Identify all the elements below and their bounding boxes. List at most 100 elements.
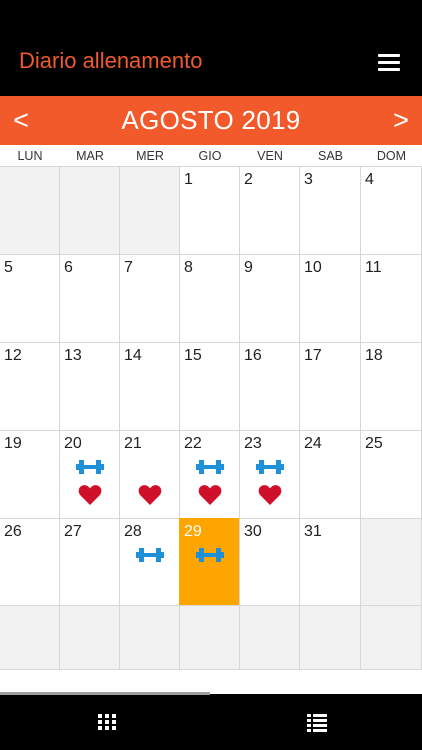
weekday-label: SAB — [317, 149, 343, 163]
heart-icon — [120, 485, 179, 505]
day-number: 30 — [244, 523, 262, 540]
calendar-day-cell[interactable]: 23 — [239, 430, 300, 519]
day-number: 15 — [184, 347, 202, 364]
calendar-day-cell[interactable]: 1 — [179, 166, 240, 255]
calendar-day-cell[interactable]: 22 — [179, 430, 240, 519]
day-number: 9 — [244, 259, 253, 276]
calendar-day-cell[interactable]: 9 — [239, 254, 300, 343]
app-screen: Diario allenamento < AGOSTO 2019 > LUN MA… — [0, 0, 422, 750]
calendar-day-cell[interactable]: 21 — [119, 430, 180, 519]
calendar-day-cell[interactable]: 24 — [299, 430, 361, 519]
next-month-button[interactable]: > — [386, 104, 416, 136]
hamburger-menu-icon[interactable] — [372, 48, 406, 76]
day-number: 18 — [365, 347, 383, 364]
calendar-day-cell[interactable]: 28 — [119, 518, 180, 606]
day-number: 27 — [64, 523, 82, 540]
day-number: 23 — [244, 435, 262, 452]
day-number: 2 — [244, 171, 253, 188]
calendar-empty-cell — [0, 166, 60, 255]
calendar-grid: 1 2 3 4 5 6 7 8 9 10 11 12 13 14 15 16 17 18 19 20 21 22 23 24 2… — [0, 166, 422, 670]
calendar-grid-icon[interactable] — [94, 709, 120, 735]
heart-icon — [60, 485, 119, 505]
calendar-empty-cell — [239, 605, 300, 670]
calendar-day-cell[interactable]: 27 — [59, 518, 120, 606]
calendar-day-cell[interactable]: 18 — [360, 342, 422, 431]
day-number: 5 — [4, 259, 13, 276]
dumbbell-icon — [240, 459, 299, 475]
day-number: 6 — [64, 259, 73, 276]
day-number: 3 — [304, 171, 313, 188]
calendar-empty-cell — [59, 605, 120, 670]
weekday-label: MAR — [76, 149, 104, 163]
app-title: Diario allenamento — [19, 48, 203, 73]
calendar-day-cell[interactable]: 4 — [360, 166, 422, 255]
month-title: AGOSTO 2019 — [121, 105, 301, 135]
day-number: 20 — [64, 435, 82, 452]
calendar-day-cell[interactable]: 6 — [59, 254, 120, 343]
calendar-day-cell[interactable]: 30 — [239, 518, 300, 606]
list-icon[interactable] — [304, 709, 330, 735]
day-number: 11 — [365, 259, 382, 276]
day-number: 25 — [365, 435, 383, 452]
calendar-day-cell[interactable]: 2 — [239, 166, 300, 255]
calendar-day-cell[interactable]: 12 — [0, 342, 60, 431]
calendar-empty-cell — [179, 605, 240, 670]
day-number: 10 — [304, 259, 322, 276]
weekday-label: MER — [136, 149, 164, 163]
calendar-day-cell[interactable]: 3 — [299, 166, 361, 255]
dumbbell-icon — [60, 459, 119, 475]
bottom-tab-bar — [0, 695, 422, 750]
calendar-day-cell[interactable]: 16 — [239, 342, 300, 431]
day-number: 24 — [304, 435, 322, 452]
calendar-day-cell[interactable]: 26 — [0, 518, 60, 606]
day-number: 13 — [64, 347, 82, 364]
heart-icon — [180, 485, 239, 505]
day-number: 22 — [184, 435, 202, 452]
day-number: 28 — [124, 523, 142, 540]
calendar-day-cell[interactable]: 17 — [299, 342, 361, 431]
calendar-day-cell[interactable]: 14 — [119, 342, 180, 431]
app-header: Diario allenamento — [0, 0, 422, 96]
day-number: 16 — [244, 347, 262, 364]
month-navigation-bar: < AGOSTO 2019 > — [0, 96, 422, 145]
day-number: 26 — [4, 523, 22, 540]
day-number: 17 — [304, 347, 322, 364]
day-number: 8 — [184, 259, 193, 276]
day-number: 19 — [4, 435, 22, 452]
weekday-label: VEN — [257, 149, 283, 163]
calendar-empty-cell — [360, 605, 422, 670]
calendar-day-cell[interactable]: 15 — [179, 342, 240, 431]
day-number: 1 — [184, 171, 193, 188]
day-number: 14 — [124, 347, 142, 364]
heart-icon — [240, 485, 299, 505]
weekday-label: GIO — [198, 149, 222, 163]
dumbbell-icon — [120, 547, 179, 563]
day-number: 21 — [124, 435, 142, 452]
calendar-day-cell[interactable]: 20 — [59, 430, 120, 519]
day-number: 7 — [124, 259, 133, 276]
calendar-day-cell[interactable]: 5 — [0, 254, 60, 343]
calendar-day-cell[interactable]: 7 — [119, 254, 180, 343]
calendar-empty-cell — [59, 166, 120, 255]
calendar-bottom-area — [0, 670, 422, 694]
calendar-day-cell[interactable]: 13 — [59, 342, 120, 431]
calendar-empty-cell — [0, 605, 60, 670]
calendar-day-cell[interactable]: 11 — [360, 254, 422, 343]
calendar-day-cell-today[interactable]: 29 — [179, 518, 240, 606]
day-number: 12 — [4, 347, 22, 364]
calendar-day-cell[interactable]: 25 — [360, 430, 422, 519]
calendar-day-cell[interactable]: 10 — [299, 254, 361, 343]
dumbbell-icon — [180, 547, 239, 563]
day-number: 29 — [184, 523, 202, 540]
weekday-header-row: LUN MAR MER GIO VEN SAB DOM — [0, 145, 422, 167]
dumbbell-icon — [180, 459, 239, 475]
weekday-label: DOM — [376, 149, 407, 163]
calendar-empty-cell — [119, 605, 180, 670]
calendar-day-cell[interactable]: 19 — [0, 430, 60, 519]
calendar-day-cell[interactable]: 31 — [299, 518, 361, 606]
calendar-day-cell[interactable]: 8 — [179, 254, 240, 343]
day-number: 31 — [304, 523, 322, 540]
weekday-label: LUN — [17, 149, 43, 163]
calendar-empty-cell — [299, 605, 361, 670]
calendar-empty-cell — [119, 166, 180, 255]
